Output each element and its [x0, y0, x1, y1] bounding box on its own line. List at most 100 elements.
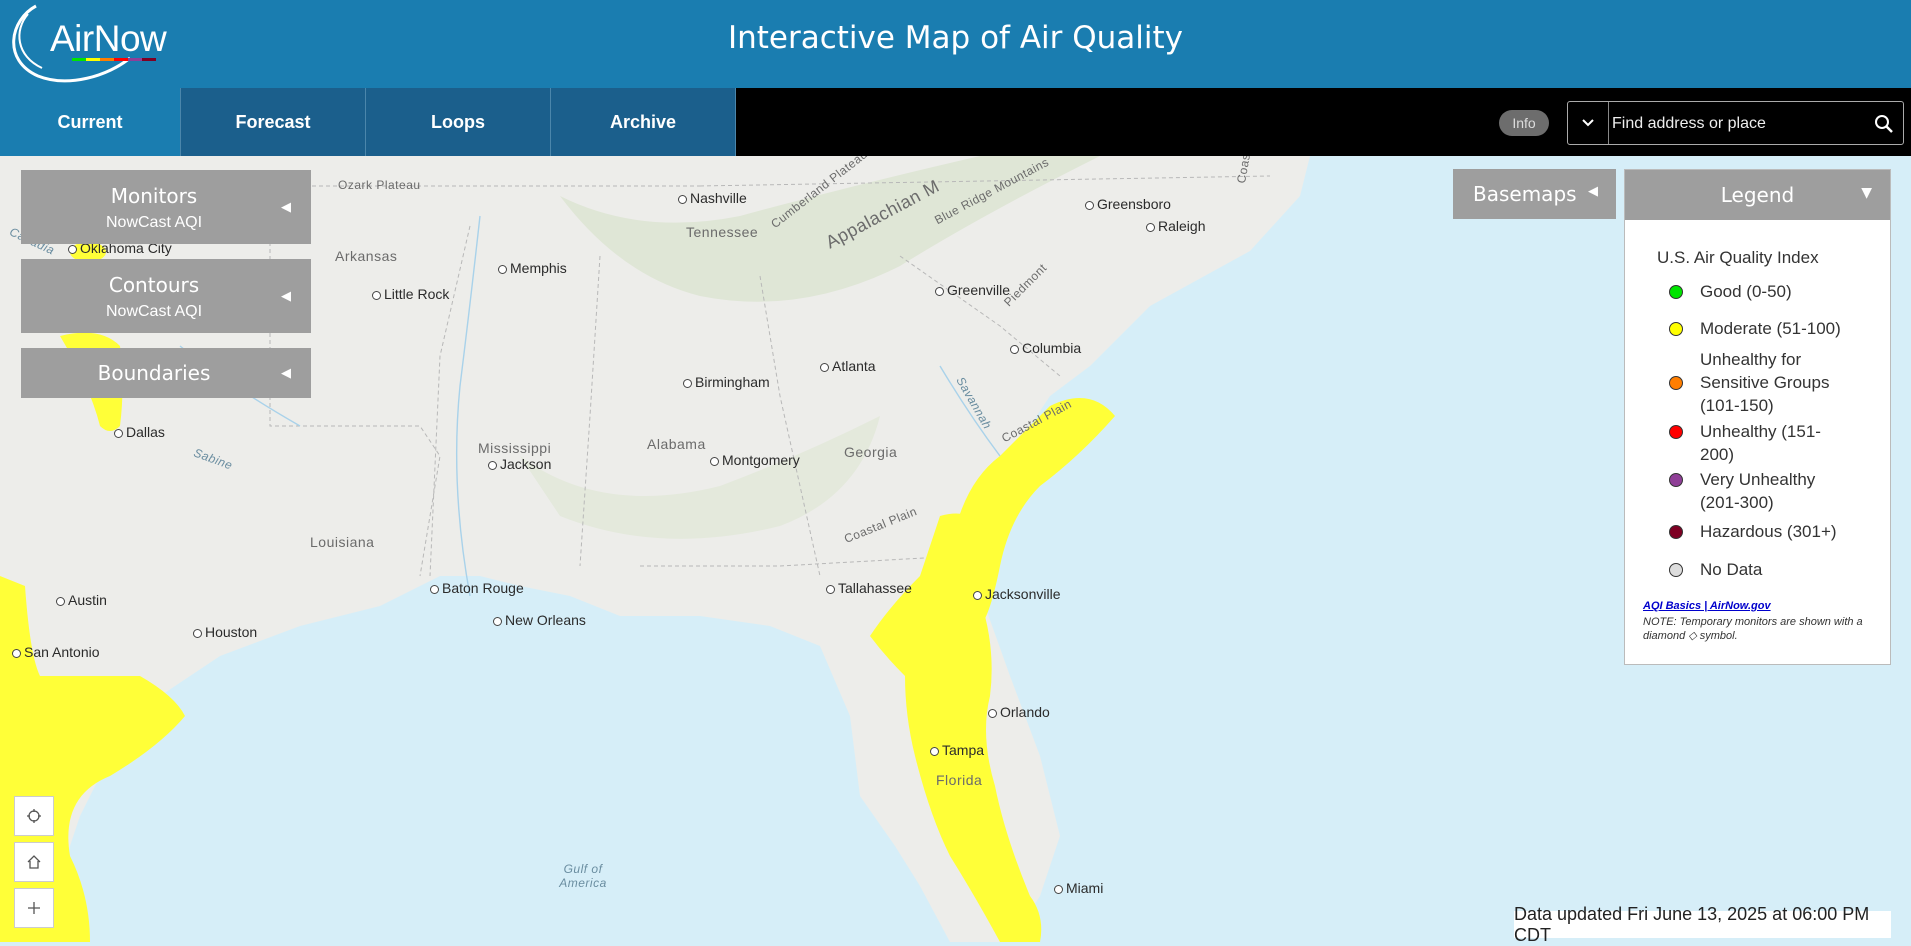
city-marker-icon — [988, 708, 997, 718]
city-label: Orlando — [988, 704, 1050, 720]
aqi-color-dot — [1669, 285, 1683, 299]
legend-toggle[interactable]: Legend ▼ — [1625, 170, 1890, 220]
city-marker-icon — [488, 460, 497, 470]
city-label: Jacksonville — [973, 586, 1060, 602]
city-label: Austin — [56, 592, 107, 608]
city-label: Columbia — [1010, 340, 1081, 356]
caret-left-icon: ◀ — [281, 199, 291, 214]
plus-icon — [28, 902, 40, 914]
legend-note: NOTE: Temporary monitors are shown with … — [1643, 616, 1863, 642]
city-marker-icon — [1146, 222, 1155, 232]
crosshair-icon — [27, 809, 41, 823]
caret-left-icon: ◀ — [1588, 184, 1598, 199]
boundaries-panel[interactable]: Boundaries ◀ — [21, 348, 311, 398]
tab-forecast[interactable]: Forecast — [181, 88, 366, 156]
legend-item-label: Hazardous (301+) — [1700, 522, 1837, 541]
city-label: San Antonio — [12, 644, 100, 660]
legend-header: Legend — [1720, 183, 1795, 207]
home-icon — [27, 855, 41, 869]
zoom-in-button[interactable] — [14, 888, 54, 928]
city-marker-icon — [930, 746, 939, 756]
search-icon[interactable] — [1873, 113, 1895, 135]
city-marker-icon — [56, 596, 65, 606]
city-label: Miami — [1054, 880, 1103, 896]
city-marker-icon — [68, 244, 77, 254]
tab-loops[interactable]: Loops — [366, 88, 551, 156]
panel-subtitle: NowCast AQI — [105, 303, 203, 320]
contours-panel[interactable]: Contours NowCast AQI ◀ — [21, 259, 311, 333]
city-marker-icon — [430, 584, 439, 594]
city-marker-icon — [678, 194, 687, 204]
city-marker-icon — [498, 264, 507, 274]
panel-title: Monitors — [110, 184, 198, 208]
search-input[interactable] — [1610, 108, 1864, 140]
city-marker-icon — [973, 590, 982, 600]
city-label: Dallas — [114, 424, 165, 440]
aqi-color-dot — [1669, 525, 1683, 539]
city-label: Raleigh — [1146, 218, 1205, 234]
aqi-color-dot — [1669, 425, 1683, 439]
city-marker-icon — [114, 428, 123, 438]
city-marker-icon — [1054, 884, 1063, 894]
region-label: Ozark Plateau — [338, 178, 421, 192]
tab-current[interactable]: Current — [0, 88, 181, 156]
chevron-down-icon — [1582, 119, 1594, 127]
search-source-dropdown[interactable] — [1568, 102, 1609, 144]
city-label: Houston — [193, 624, 257, 640]
city-label: Tallahassee — [826, 580, 912, 596]
city-label: Birmingham — [683, 374, 770, 390]
aqi-color-dot — [1669, 563, 1683, 577]
caret-left-icon: ◀ — [281, 365, 291, 380]
basemaps-button[interactable]: Basemaps ◀ — [1453, 169, 1616, 219]
region-label: Tennessee — [686, 224, 759, 240]
region-label: Gulf of America — [559, 862, 607, 890]
region-label: Georgia — [844, 444, 898, 460]
region-label: Alabama — [647, 436, 706, 452]
aqi-color-dot — [1669, 473, 1683, 487]
tab-archive[interactable]: Archive — [551, 88, 736, 156]
city-marker-icon — [683, 378, 692, 388]
city-label: Montgomery — [710, 452, 800, 468]
basemaps-label: Basemaps — [1473, 182, 1577, 206]
city-label: Nashville — [678, 190, 747, 206]
panel-subtitle: NowCast AQI — [105, 214, 203, 231]
home-button[interactable] — [14, 842, 54, 882]
caret-left-icon: ◀ — [281, 288, 291, 303]
aqi-basics-link[interactable]: AQI Basics | AirNow.gov — [1643, 600, 1771, 612]
city-marker-icon — [1085, 200, 1094, 210]
monitors-panel[interactable]: Monitors NowCast AQI ◀ — [21, 170, 311, 244]
panel-title: Boundaries — [97, 361, 211, 385]
city-marker-icon — [493, 616, 502, 626]
page-title: Interactive Map of Air Quality — [727, 20, 1184, 56]
legend-item-label: Very Unhealthy (201-300) — [1700, 470, 1816, 512]
city-marker-icon — [710, 456, 719, 466]
panel-title: Contours — [108, 273, 200, 297]
city-label: Greenville — [935, 282, 1010, 298]
header: AirNow Interactive Map of Air Quality — [0, 0, 1911, 88]
legend-item-label: Unhealthy for Sensitive Groups (101-150) — [1700, 350, 1830, 415]
city-marker-icon — [1010, 344, 1019, 354]
locate-button[interactable] — [14, 796, 54, 836]
legend-panel: Legend ▼ U.S. Air Quality Index Good (0-… — [1624, 169, 1891, 665]
data-updated-timestamp: Data updated Fri June 13, 2025 at 06:00 … — [1514, 904, 1891, 945]
city-label: Baton Rouge — [430, 580, 524, 596]
city-marker-icon — [820, 362, 829, 372]
info-button[interactable]: Info — [1499, 110, 1549, 136]
region-label: Louisiana — [310, 534, 375, 550]
legend-item-label: Unhealthy (151-200) — [1700, 422, 1821, 464]
legend-item-label: Good (0-50) — [1700, 282, 1792, 301]
city-marker-icon — [826, 584, 835, 594]
city-label: Little Rock — [372, 286, 449, 302]
aqi-color-dot — [1669, 376, 1683, 390]
city-label: New Orleans — [493, 612, 586, 628]
region-label: Florida — [936, 772, 983, 788]
region-label: Arkansas — [335, 248, 398, 264]
city-label: Tampa — [930, 742, 984, 758]
city-marker-icon — [193, 628, 202, 638]
search-box — [1567, 101, 1904, 145]
city-label: Jackson — [488, 456, 551, 472]
aqi-color-dot — [1669, 322, 1683, 336]
legend-item-label: No Data — [1700, 560, 1763, 579]
city-label: Atlanta — [820, 358, 876, 374]
region-label: Mississippi — [478, 440, 552, 456]
